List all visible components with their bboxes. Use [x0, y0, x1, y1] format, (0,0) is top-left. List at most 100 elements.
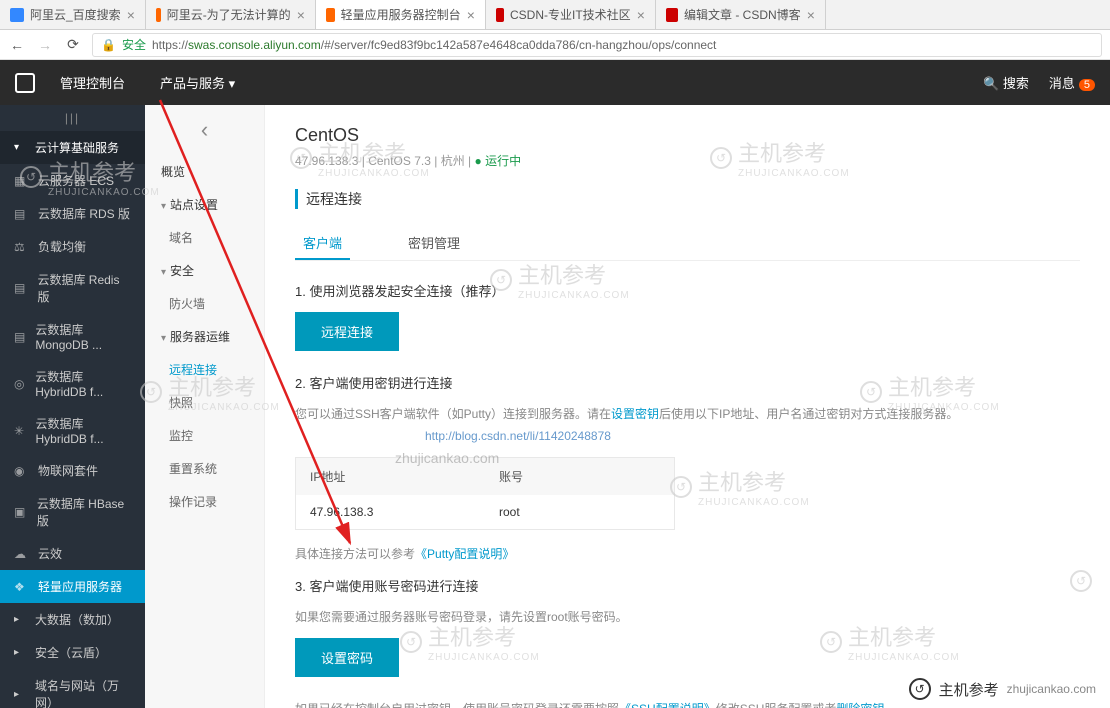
products-menu[interactable]: 产品与服务 ▾	[160, 73, 235, 92]
tab-client[interactable]: 客户端	[295, 227, 350, 260]
close-icon[interactable]: ×	[637, 7, 645, 23]
sidebar-item-hybriddb1[interactable]: ◎云数据库 HybridDB f...	[0, 360, 145, 407]
subnav-domain[interactable]: 域名	[145, 221, 264, 254]
main-content: CentOS 47.96.138.3 | CentOS 7.3 | 杭州 | ●…	[265, 105, 1110, 708]
sidebar-item-rds[interactable]: ▤云数据库 RDS 版	[0, 197, 145, 230]
favicon-icon	[666, 8, 678, 22]
badge-count: 5	[1079, 79, 1095, 91]
brand-logo-icon	[15, 73, 35, 93]
back-button[interactable]: ‹	[145, 105, 264, 155]
caret-down-icon: ▾	[14, 142, 19, 153]
close-icon[interactable]: ×	[297, 7, 305, 23]
browser-tab[interactable]: CSDN-专业IT技术社区 ×	[486, 0, 656, 29]
sidebar-section-cloud[interactable]: ▾云计算基础服务	[0, 131, 145, 164]
content-tabs: 客户端 密钥管理	[295, 227, 1080, 261]
tab-title: CSDN-专业IT技术社区	[510, 6, 631, 23]
subnav-ops-section[interactable]: ▾服务器运维	[145, 320, 264, 353]
sidebar-item-iot[interactable]: ◉物联网套件	[0, 454, 145, 487]
tab-title: 阿里云-为了无法计算的	[167, 6, 291, 23]
sidebar-item-redis[interactable]: ▤云数据库 Redis 版	[0, 263, 145, 313]
favicon-icon	[156, 8, 161, 22]
remote-connect-button[interactable]: 远程连接	[295, 312, 399, 351]
caret-right-icon: ▸	[14, 689, 19, 700]
subnav-snapshot[interactable]: 快照	[145, 386, 264, 419]
primary-sidebar: ||| ▾云计算基础服务 ▦云服务器 ECS ▤云数据库 RDS 版 ⚖负载均衡…	[0, 105, 145, 708]
forward-icon[interactable]: →	[36, 36, 54, 54]
subnav-monitor[interactable]: 监控	[145, 419, 264, 452]
set-password-button[interactable]: 设置密码	[295, 638, 399, 677]
delete-key-link[interactable]: 删除密钥	[836, 702, 884, 708]
section-3-desc: 如果您需要通过服务器账号密码登录，请先设置root账号密码。	[295, 607, 1080, 629]
caret-down-icon: ▾	[161, 333, 166, 344]
menu-toggle-icon[interactable]: |||	[65, 111, 80, 125]
sidebar-item-swas[interactable]: ❖轻量应用服务器	[0, 570, 145, 603]
td-ip: 47.96.138.3	[296, 495, 485, 529]
subnav-security-section[interactable]: ▾安全	[145, 254, 264, 287]
tab-keymgmt[interactable]: 密钥管理	[400, 227, 468, 260]
lock-icon: 🔒	[101, 38, 116, 52]
close-icon[interactable]: ×	[127, 7, 135, 23]
sidebar-item-hbase[interactable]: ▣云数据库 HBase 版	[0, 487, 145, 537]
putty-doc-link[interactable]: 《Putty配置说明》	[415, 547, 514, 561]
set-key-link[interactable]: 设置密钥	[611, 407, 659, 421]
blog-url-text: http://blog.csdn.net/li/11420248878	[425, 429, 611, 443]
subnav-site-section[interactable]: ▾站点设置	[145, 188, 264, 221]
browser-tab[interactable]: 阿里云-为了无法计算的 ×	[146, 0, 316, 29]
console-topbar: 管理控制台 产品与服务 ▾ 🔍 搜索 消息5	[0, 60, 1110, 105]
sidebar-item-slb[interactable]: ⚖负载均衡	[0, 230, 145, 263]
sidebar-item-security[interactable]: ▸安全（云盾）	[0, 636, 145, 669]
end-desc: 如果已经在控制台启用过密钥，使用账号密码登录还需要按照《SSH配置说明》修改SS…	[295, 699, 1080, 708]
server-meta: 47.96.138.3 | CentOS 7.3 | 杭州 | ● 运行中	[295, 152, 1080, 169]
td-account: root	[485, 495, 674, 529]
back-icon[interactable]: ←	[8, 36, 26, 54]
browser-tab[interactable]: 阿里云_百度搜索 ×	[0, 0, 146, 29]
caret-right-icon: ▸	[14, 647, 19, 658]
caret-down-icon: ▾	[161, 267, 166, 278]
address-bar-row: ← → ⟳ 🔒 安全 https://swas.console.aliyun.c…	[0, 30, 1110, 60]
brand-name: 主机参考	[939, 679, 999, 700]
search-button[interactable]: 🔍 搜索	[983, 73, 1029, 92]
reload-icon[interactable]: ⟳	[64, 36, 82, 54]
panel-title: 远程连接	[295, 189, 1080, 209]
favicon-icon	[496, 8, 504, 22]
caret-down-icon: ▾	[161, 201, 166, 212]
secondary-sidebar: ‹ 概览 ▾站点设置 域名 ▾安全 防火墙 ▾服务器运维 远程连接 快照 监控 …	[145, 105, 265, 708]
url-text: https://swas.console.aliyun.com/#/server…	[152, 38, 716, 52]
sidebar-item-ecs[interactable]: ▦云服务器 ECS	[0, 164, 145, 197]
subnav-remote[interactable]: 远程连接	[145, 353, 264, 386]
subnav-reset[interactable]: 重置系统	[145, 452, 264, 485]
favicon-icon	[10, 8, 24, 22]
database-icon: ◎	[14, 377, 25, 391]
lightserver-icon: ❖	[14, 580, 28, 594]
close-icon[interactable]: ×	[807, 7, 815, 23]
loadbalancer-icon: ⚖	[14, 240, 28, 254]
th-ip: IP地址	[296, 458, 485, 495]
server-icon: ▦	[14, 174, 28, 188]
tab-title: 阿里云_百度搜索	[30, 6, 121, 23]
sidebar-item-mongo[interactable]: ▤云数据库 MongoDB ...	[0, 313, 145, 360]
tab-title: 轻量应用服务器控制台	[341, 6, 461, 23]
address-bar[interactable]: 🔒 安全 https://swas.console.aliyun.com/#/s…	[92, 33, 1102, 57]
section-2-title: 2. 客户端使用密钥进行连接	[295, 373, 1080, 392]
caret-right-icon: ▸	[14, 614, 19, 625]
close-icon[interactable]: ×	[467, 7, 475, 23]
subnav-oplog[interactable]: 操作记录	[145, 485, 264, 518]
subnav-overview[interactable]: 概览	[145, 155, 264, 188]
ssh-doc-link[interactable]: 《SSH配置说明》	[619, 702, 716, 708]
sidebar-item-hybriddb2[interactable]: ✳云数据库HybridDB f...	[0, 407, 145, 454]
sidebar-item-yunxiao[interactable]: ☁云效	[0, 537, 145, 570]
database-icon: ▤	[14, 281, 27, 295]
sidebar-item-bigdata[interactable]: ▸大数据（数加）	[0, 603, 145, 636]
browser-tab-strip: 阿里云_百度搜索 × 阿里云-为了无法计算的 × 轻量应用服务器控制台 × CSDN-…	[0, 0, 1110, 30]
page-title: CentOS	[295, 125, 1080, 146]
browser-tab-active[interactable]: 轻量应用服务器控制台 ×	[316, 0, 486, 29]
database-icon: ✳	[14, 424, 26, 438]
section-1-title: 1. 使用浏览器发起安全连接（推荐）	[295, 281, 1080, 300]
database-icon: ▤	[14, 207, 28, 221]
th-account: 账号	[485, 458, 674, 495]
messages-button[interactable]: 消息5	[1049, 73, 1095, 92]
sidebar-item-domain[interactable]: ▸域名与网站（万网）	[0, 669, 145, 708]
browser-tab[interactable]: 编辑文章 - CSDN博客×	[656, 0, 826, 29]
section-3-title: 3. 客户端使用账号密码进行连接	[295, 576, 1080, 595]
subnav-firewall[interactable]: 防火墙	[145, 287, 264, 320]
